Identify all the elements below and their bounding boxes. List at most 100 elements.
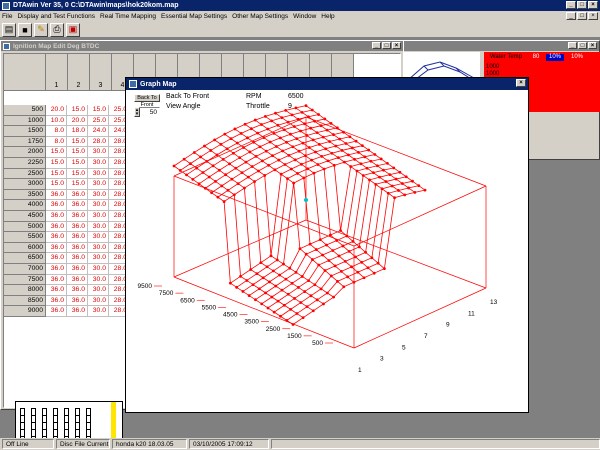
map-cell[interactable]: 15.0 (67, 157, 88, 169)
map-cell[interactable]: 30.0 (88, 263, 109, 275)
map-cell[interactable]: 30.0 (88, 210, 109, 222)
map-cell[interactable]: 24.0 (88, 126, 109, 137)
menu-file[interactable]: File (2, 13, 12, 20)
mdi-minimize-button[interactable]: _ (566, 12, 576, 20)
app-title-bar[interactable]: DTAwin Ver 35, 0 C:\DTAwin\maps\hok20kom… (0, 0, 600, 11)
map-cell[interactable]: 30.0 (88, 274, 109, 286)
preview-icon[interactable]: ▣ (66, 22, 80, 37)
map-cell[interactable]: 36.0 (46, 232, 67, 243)
map-cell[interactable]: 36.0 (46, 242, 67, 254)
map-cell[interactable]: 30.0 (88, 179, 109, 190)
map-cell[interactable]: 36.0 (67, 221, 88, 233)
save-icon[interactable]: ■ (18, 22, 32, 37)
surface-point (291, 145, 295, 149)
map-cell[interactable]: 30.0 (88, 221, 109, 233)
map-cell[interactable]: 30.0 (88, 232, 109, 243)
map-cell[interactable]: 36.0 (67, 306, 88, 317)
map-cell[interactable]: 36.0 (67, 274, 88, 286)
map-cell[interactable]: 30.0 (88, 242, 109, 254)
map-cell[interactable]: 18.0 (67, 126, 88, 137)
map-cell[interactable]: 36.0 (67, 200, 88, 211)
menu-display-test[interactable]: Display and Test Functions (17, 13, 95, 20)
map-cell[interactable]: 36.0 (46, 285, 67, 296)
right-minimize-button[interactable]: _ (568, 42, 577, 49)
map-cell[interactable]: 15.0 (46, 168, 67, 180)
map-cell[interactable]: 15.0 (67, 179, 88, 190)
print-icon[interactable]: ⎙ (50, 22, 64, 37)
map-cell[interactable]: 36.0 (67, 263, 88, 275)
map-cell[interactable]: 30.0 (88, 157, 109, 169)
surface-point (274, 145, 278, 148)
map-cell[interactable]: 36.0 (67, 210, 88, 222)
menu-essential-map-settings[interactable]: Essential Map Settings (161, 13, 227, 20)
map-cell[interactable]: 36.0 (46, 189, 67, 201)
map-cell[interactable]: 30.0 (88, 189, 109, 201)
right-value: 1000 (486, 64, 500, 70)
right-close-button[interactable]: × (588, 42, 597, 49)
map-cell[interactable]: 36.0 (46, 306, 67, 317)
map-cell[interactable]: 8.0 (46, 136, 67, 148)
3d-surface-plot[interactable]: 9500750065005500450035002500150050013579… (126, 90, 528, 412)
menu-window[interactable]: Window (293, 13, 316, 20)
right-window-title-bar[interactable]: _ □ × (404, 41, 599, 51)
ignition-close-button[interactable]: × (392, 42, 401, 49)
map-cell[interactable]: 36.0 (67, 232, 88, 243)
map-cell[interactable]: 28.0 (88, 136, 109, 148)
map-cell[interactable]: 25.0 (88, 115, 109, 127)
surface-point (285, 140, 288, 144)
map-cell[interactable]: 10.0 (46, 115, 67, 127)
open-icon[interactable]: ▤ (2, 22, 16, 37)
graph-map-window[interactable]: Graph Map × Back To Front Back To Front … (125, 77, 529, 413)
maximize-button[interactable]: □ (577, 1, 587, 9)
grid-corner (4, 54, 46, 91)
map-cell[interactable]: 15.0 (67, 147, 88, 158)
ignition-maximize-button[interactable]: □ (382, 42, 391, 49)
map-cell[interactable]: 15.0 (88, 105, 109, 116)
map-cell[interactable]: 36.0 (67, 253, 88, 264)
mdi-close-button[interactable]: × (588, 12, 598, 20)
map-cell[interactable]: 36.0 (46, 263, 67, 275)
menu-real-time-mapping[interactable]: Real Time Mapping (100, 13, 156, 20)
mdi-restore-button[interactable]: □ (577, 12, 587, 20)
right-maximize-button[interactable]: □ (578, 42, 587, 49)
map-cell[interactable]: 30.0 (88, 200, 109, 211)
minimize-button[interactable]: _ (566, 1, 576, 9)
map-cell[interactable]: 20.0 (67, 115, 88, 127)
map-cell[interactable]: 30.0 (88, 285, 109, 296)
map-cell[interactable]: 30.0 (88, 253, 109, 264)
map-cell[interactable]: 30.0 (88, 147, 109, 158)
map-cell[interactable]: 36.0 (67, 189, 88, 201)
map-cell[interactable]: 36.0 (67, 295, 88, 307)
map-cell[interactable]: 36.0 (46, 253, 67, 264)
map-cell[interactable]: 36.0 (67, 285, 88, 296)
map-cell[interactable]: 15.0 (67, 105, 88, 116)
surface-point (305, 134, 309, 137)
ignition-minimize-button[interactable]: _ (372, 42, 381, 49)
map-cell[interactable]: 36.0 (46, 221, 67, 233)
map-cell[interactable]: 36.0 (46, 200, 67, 211)
menu-help[interactable]: Help (321, 13, 334, 20)
map-cell[interactable]: 36.0 (46, 274, 67, 286)
map-cell[interactable]: 30.0 (88, 295, 109, 307)
map-cell[interactable]: 30.0 (88, 306, 109, 317)
map-cell[interactable]: 36.0 (46, 295, 67, 307)
map-cell[interactable]: 36.0 (67, 242, 88, 254)
surface-point (312, 171, 316, 175)
graph-close-button[interactable]: × (516, 79, 526, 87)
map-cell[interactable]: 15.0 (67, 136, 88, 148)
ignition-window-title-bar[interactable]: Ignition Map Edit Deg BTDC _ □ × (1, 41, 403, 51)
map-cell[interactable]: 20.0 (46, 105, 67, 116)
pencil-icon[interactable]: ✎ (34, 22, 48, 37)
map-cell[interactable]: 36.0 (46, 210, 67, 222)
graph-window-title-bar[interactable]: Graph Map × (126, 78, 528, 90)
menu-other-map-settings[interactable]: Other Map Settings (232, 13, 288, 20)
map-cell[interactable]: 15.0 (46, 147, 67, 158)
map-cell[interactable]: 15.0 (46, 179, 67, 190)
map-cell[interactable]: 15.0 (46, 157, 67, 169)
surface-point (296, 117, 300, 121)
map-cell[interactable]: 8.0 (46, 126, 67, 137)
map-cell[interactable]: 15.0 (67, 168, 88, 180)
close-button[interactable]: × (588, 1, 598, 9)
row-header: 1750 (4, 136, 46, 148)
map-cell[interactable]: 30.0 (88, 168, 109, 180)
